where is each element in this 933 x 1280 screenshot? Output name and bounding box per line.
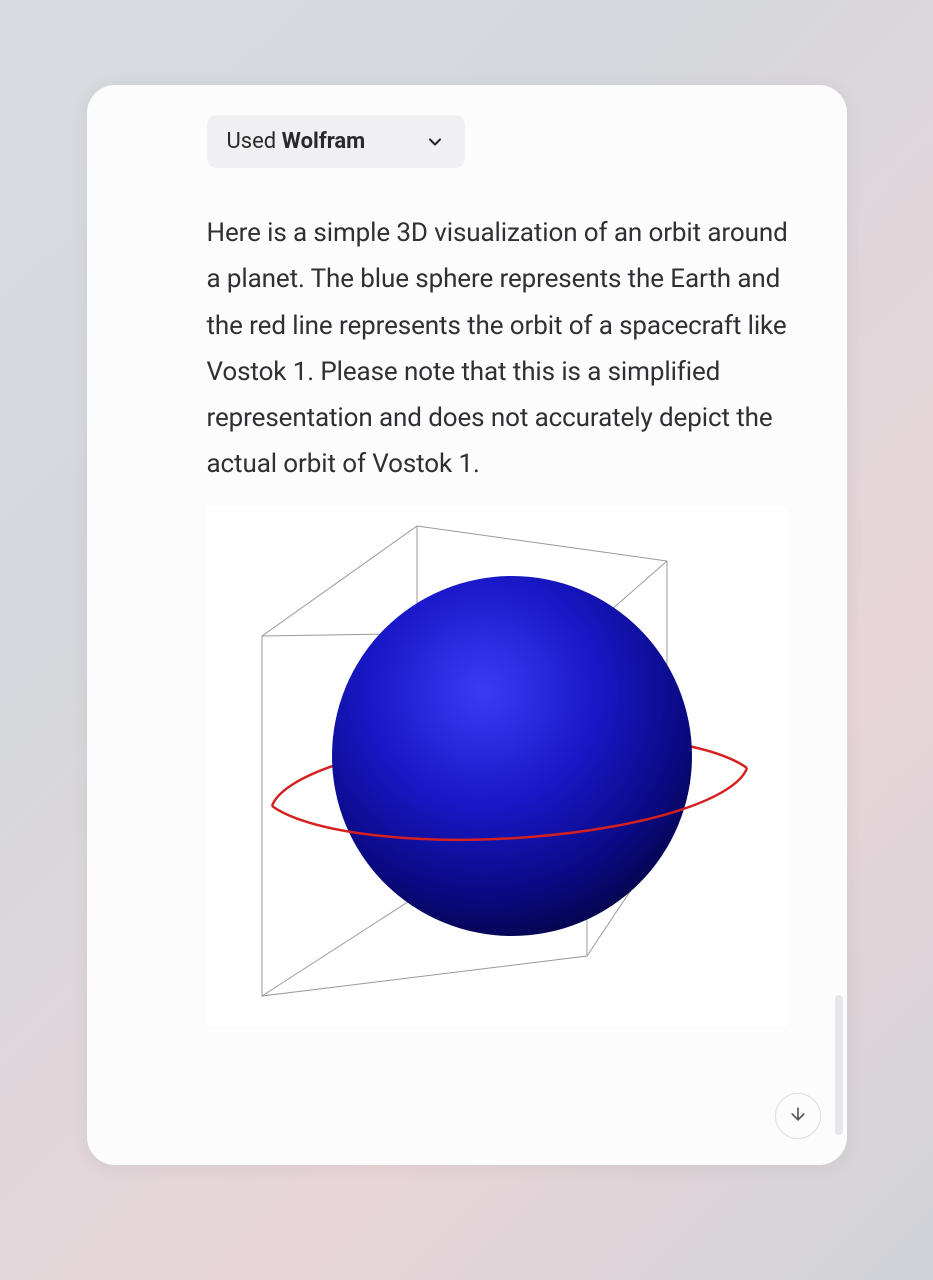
scroll-to-bottom-button[interactable]	[775, 1093, 821, 1139]
scrollbar-thumb[interactable]	[835, 995, 843, 1135]
assistant-message-text: Here is a simple 3D visualization of an …	[207, 210, 792, 488]
chat-message-card: Used Wolfram Here is a simple 3D visuali…	[87, 85, 847, 1165]
tool-used-chip[interactable]: Used Wolfram	[207, 115, 466, 168]
planet-sphere	[332, 576, 692, 936]
tool-chip-label: Used Wolfram	[227, 129, 366, 154]
arrow-down-icon	[788, 1104, 808, 1128]
chevron-down-icon	[425, 132, 445, 152]
orbit-visualization	[207, 506, 787, 1026]
